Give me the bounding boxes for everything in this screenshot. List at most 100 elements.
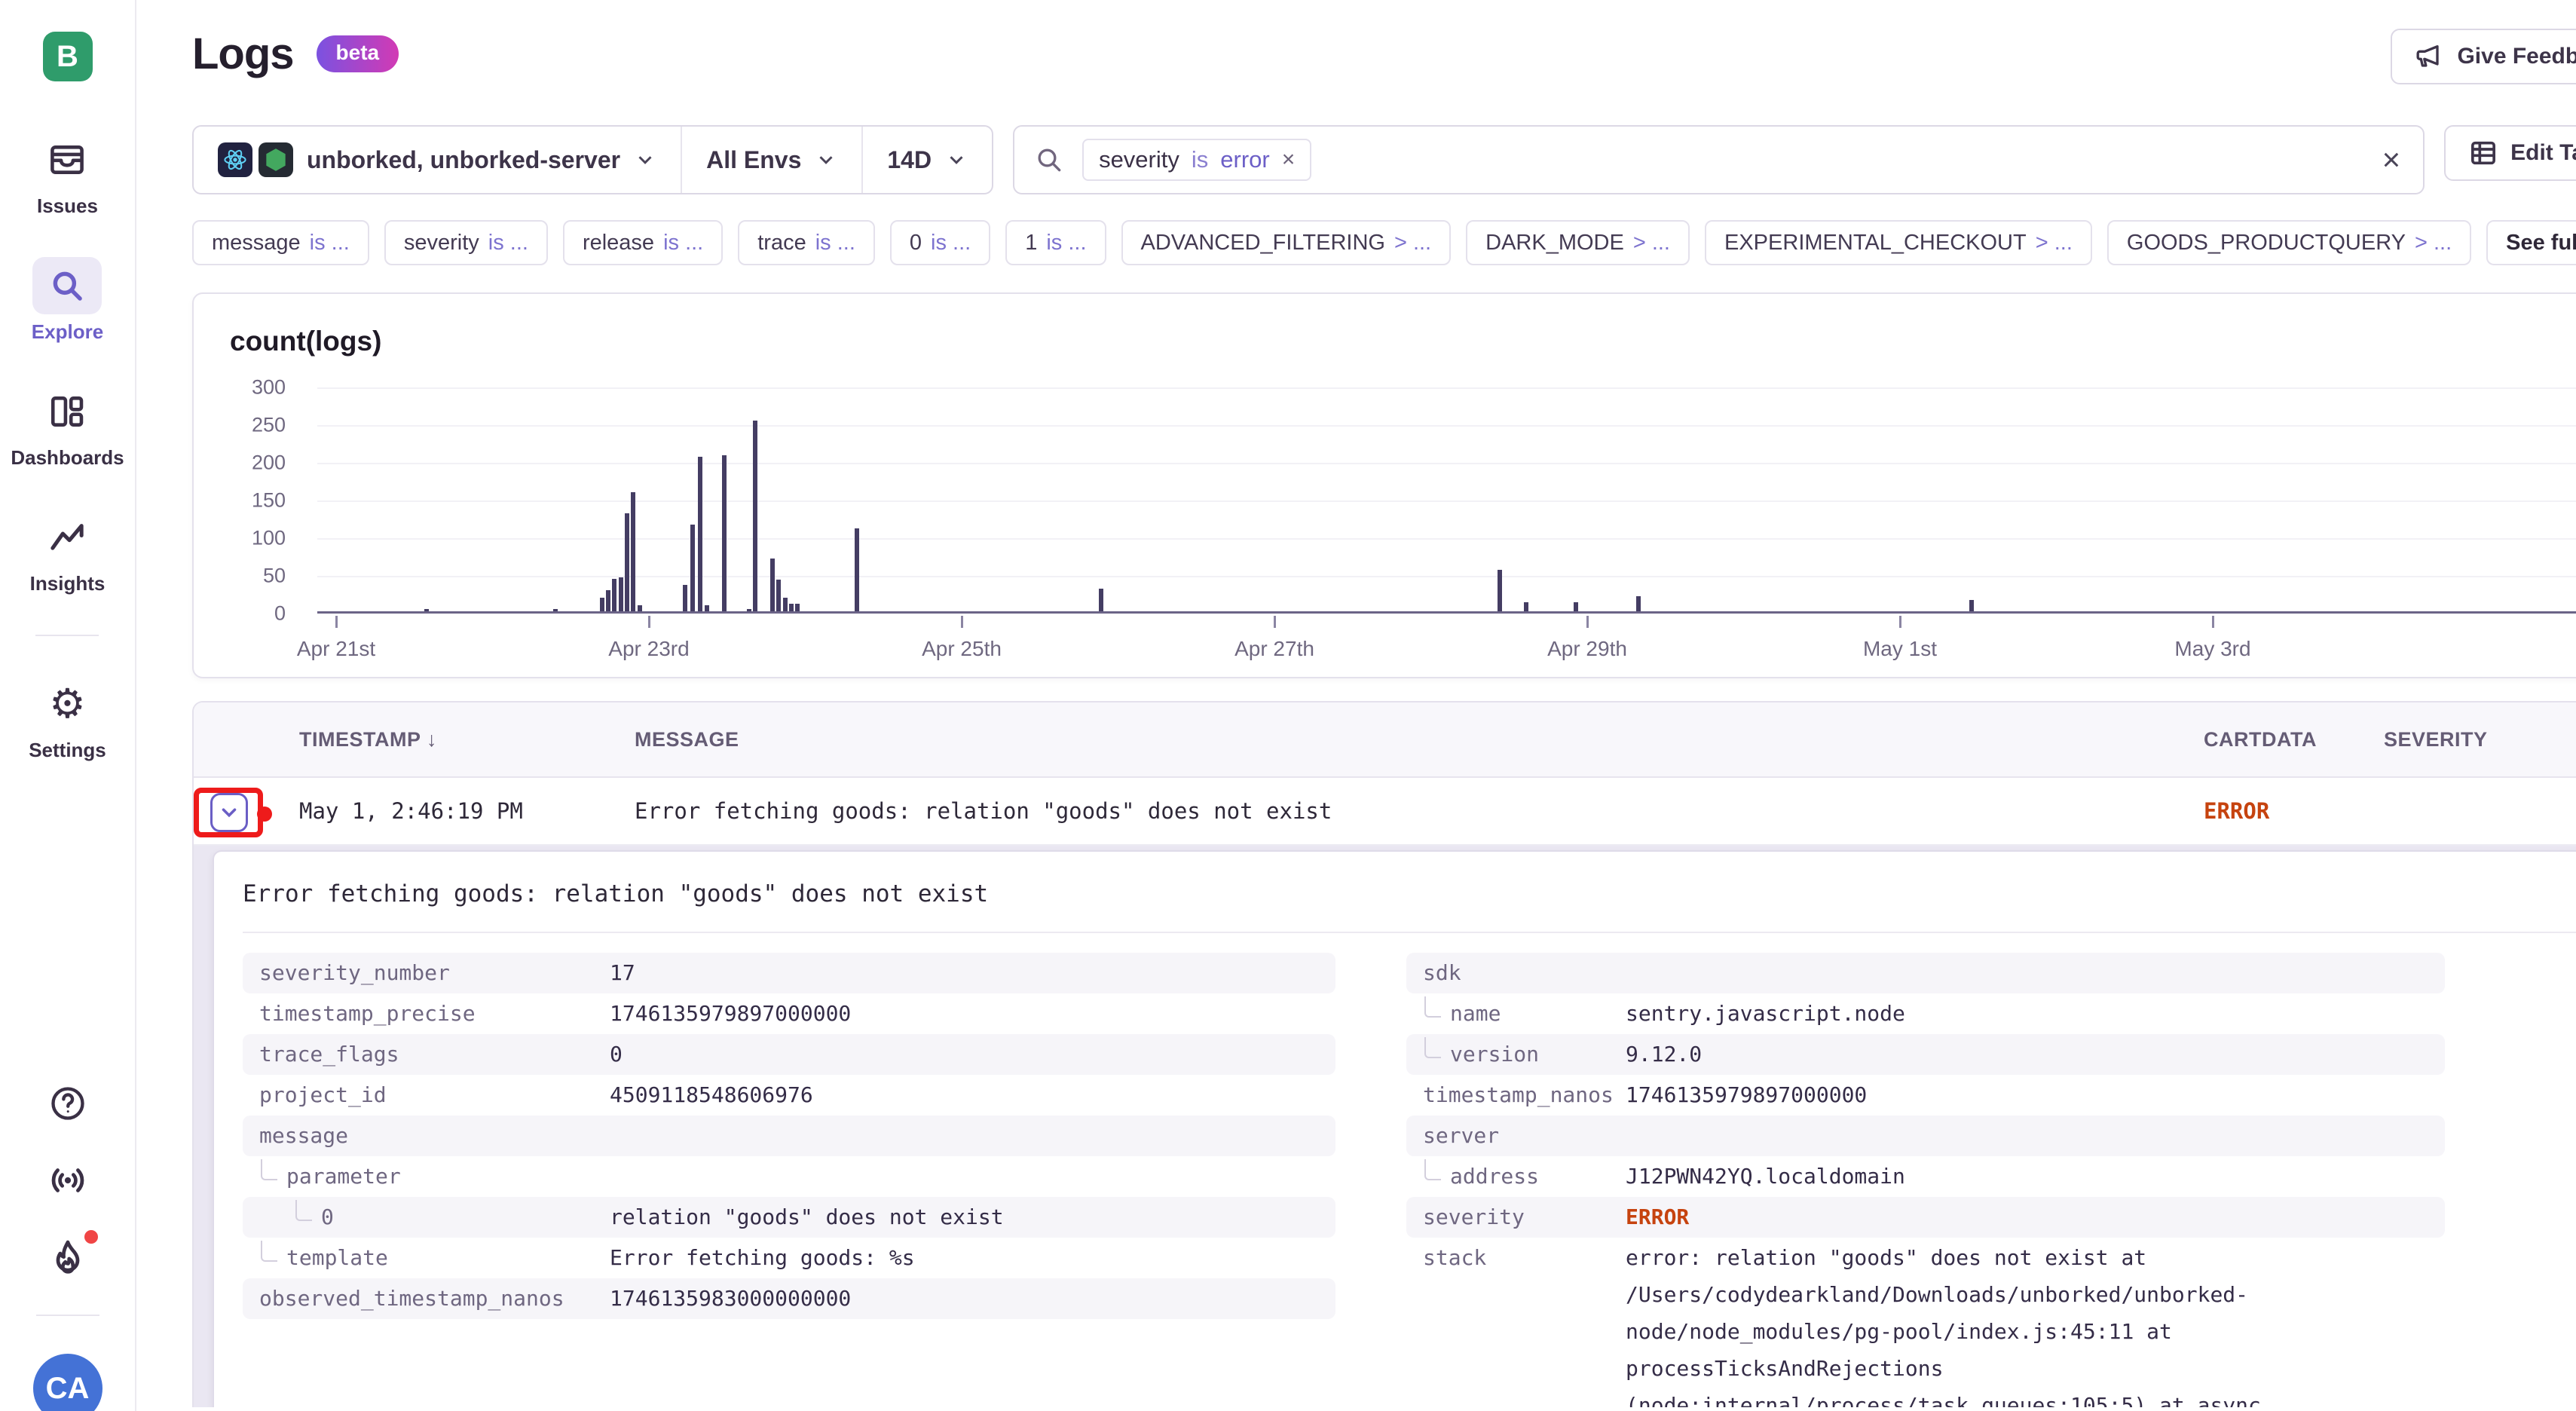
chip-key: ADVANCED_FILTERING <box>1141 231 1385 256</box>
sidebar-item-issues[interactable]: Issues <box>32 131 102 218</box>
filter-chip-1[interactable]: 1is ... <box>1005 220 1106 265</box>
attribute-key: trace_flags <box>259 1036 399 1073</box>
attribute-row-name: namesentry.javascript.node <box>1406 993 2445 1034</box>
column-header-timestamp[interactable]: TIMESTAMP ↓ <box>299 728 635 751</box>
x-tick-label: Apr 21st <box>297 637 375 661</box>
y-tick-label: 200 <box>252 451 286 475</box>
filter-chip-see-full-list[interactable]: See full list <box>2486 220 2576 265</box>
chip-key: DARK_MODE <box>1485 231 1624 256</box>
sidebar-item-label: Settings <box>29 739 106 762</box>
column-header-severity[interactable]: SEVERITY <box>2384 728 2576 751</box>
filter-chip-trace[interactable]: traceis ... <box>738 220 875 265</box>
help-icon[interactable] <box>48 1084 87 1123</box>
filter-chip-goods-productquery[interactable]: GOODS_PRODUCTQUERY> ... <box>2107 220 2471 265</box>
attribute-row-sdk: sdk <box>1406 953 2445 993</box>
chart-bar <box>424 609 429 611</box>
gear-icon: ⚙ <box>32 675 102 733</box>
chart-bar <box>747 609 751 611</box>
chart-bar <box>1969 600 1974 611</box>
whats-new-flame-icon[interactable] <box>48 1238 87 1277</box>
y-tick-label: 50 <box>263 565 286 588</box>
attribute-row-version: version9.12.0 <box>1406 1034 2445 1075</box>
sidebar-item-dashboards[interactable]: Dashboards <box>11 383 124 470</box>
x-tick-label: Apr 29th <box>1547 637 1627 661</box>
chip-key: GOODS_PRODUCTQUERY <box>2127 231 2406 256</box>
chart-bar <box>1498 570 1502 611</box>
filter-chip-message[interactable]: messageis ... <box>192 220 369 265</box>
log-table-row[interactable]: May 1, 2:46:19 PM Error fetching goods: … <box>194 778 2576 846</box>
column-header-cartdata[interactable]: CARTDATA <box>2204 728 2384 751</box>
table-header-row: TIMESTAMP ↓ MESSAGE CARTDATA SEVERITY <box>194 702 2576 778</box>
sidebar-item-insights[interactable]: Insights <box>30 509 106 595</box>
logs-table-card: TIMESTAMP ↓ MESSAGE CARTDATA SEVERITY <box>192 701 2576 1407</box>
environment-selector[interactable]: All Envs <box>681 127 861 193</box>
page-title: Logs <box>192 29 294 79</box>
attribute-key: 0 <box>321 1198 334 1235</box>
edit-table-button[interactable]: Edit Table <box>2444 125 2576 181</box>
attribute-key: timestamp_precise <box>259 995 476 1032</box>
x-tick-label: May 1st <box>1863 637 1937 661</box>
sidebar-bottom: CA <box>33 1084 102 1411</box>
chip-key: 0 <box>910 231 922 256</box>
broadcast-icon[interactable] <box>48 1161 87 1200</box>
chart-bar <box>625 513 629 611</box>
user-avatar[interactable]: CA <box>33 1354 102 1411</box>
filter-chips-row: messageis ...severityis ...releaseis ...… <box>192 220 2576 265</box>
tree-elbow-icon <box>261 1159 277 1180</box>
remove-token-icon[interactable]: × <box>1282 147 1296 173</box>
attribute-value: 17 <box>610 954 1335 992</box>
attribute-row-trace_flags: trace_flags0 <box>243 1034 1335 1075</box>
attribute-value: error: relation "goods" does not exist a… <box>1626 1239 2445 1407</box>
attribute-value: J12PWN42YQ.localdomain <box>1626 1158 2445 1195</box>
give-feedback-button[interactable]: Give Feedback <box>2391 29 2576 84</box>
chart-bar <box>1524 602 1528 611</box>
react-platform-icon <box>218 142 252 177</box>
attribute-row-parameter: parameter <box>243 1156 1335 1197</box>
detail-attributes-right: sdknamesentry.javascript.nodeversion9.12… <box>1406 953 2445 1407</box>
filter-chip-advanced-filtering[interactable]: ADVANCED_FILTERING> ... <box>1121 220 1452 265</box>
chart-bar <box>789 604 794 611</box>
sidebar-item-label: Explore <box>32 320 103 344</box>
chart-bar <box>795 604 800 611</box>
x-tick-mark <box>1899 616 1901 628</box>
x-tick-mark <box>961 616 963 628</box>
x-tick-label: Apr 25th <box>922 637 1002 661</box>
expand-row-button[interactable] <box>210 793 248 832</box>
chart-bar <box>698 457 702 611</box>
org-logo[interactable]: B <box>43 32 93 81</box>
attribute-key: server <box>1423 1117 1499 1154</box>
filter-chip-0[interactable]: 0is ... <box>890 220 990 265</box>
chart-bar <box>606 590 610 611</box>
attribute-key: name <box>1450 995 1501 1032</box>
sidebar-divider <box>35 635 99 636</box>
filter-chip-severity[interactable]: severityis ... <box>384 220 548 265</box>
plot-area <box>317 387 2576 614</box>
project-selector[interactable]: unborked, unborked-server <box>194 127 681 193</box>
megaphone-icon <box>2415 41 2445 72</box>
attribute-value <box>610 1158 1335 1195</box>
chip-key: release <box>583 231 654 256</box>
notification-dot <box>84 1230 98 1244</box>
filter-chip-experimental-checkout[interactable]: EXPERIMENTAL_CHECKOUT> ... <box>1705 220 2092 265</box>
search-token-severity[interactable]: severity is error × <box>1082 139 1311 181</box>
sidebar-item-settings[interactable]: ⚙ Settings <box>29 675 106 762</box>
attribute-value: 1746135979897000000 <box>610 995 1335 1033</box>
attribute-row-project_id: project_id4509118548606976 <box>243 1075 1335 1116</box>
attribute-key: observed_timestamp_nanos <box>259 1280 564 1317</box>
date-range-selector[interactable]: 14D <box>861 127 992 193</box>
sidebar-item-explore[interactable]: Explore <box>32 257 103 344</box>
column-header-message[interactable]: MESSAGE <box>635 728 2204 751</box>
attribute-key: timestamp_nanos <box>1423 1076 1614 1113</box>
y-tick-label: 100 <box>252 527 286 550</box>
node-platform-icon <box>259 142 293 177</box>
log-message: Error fetching goods: relation "goods" d… <box>635 798 2204 824</box>
tree-elbow-icon <box>1424 996 1441 1018</box>
search-input[interactable]: severity is error × × <box>1013 125 2425 194</box>
filter-chip-dark-mode[interactable]: DARK_MODE> ... <box>1466 220 1690 265</box>
attribute-key: template <box>286 1239 388 1276</box>
clear-search-icon[interactable]: × <box>2382 144 2401 176</box>
logs-chart-card: count(logs) 300250200150100500 Apr 21stA… <box>192 292 2576 678</box>
sidebar-item-label: Dashboards <box>11 446 124 470</box>
chip-suffix: is ... <box>488 231 528 256</box>
filter-chip-release[interactable]: releaseis ... <box>563 220 723 265</box>
